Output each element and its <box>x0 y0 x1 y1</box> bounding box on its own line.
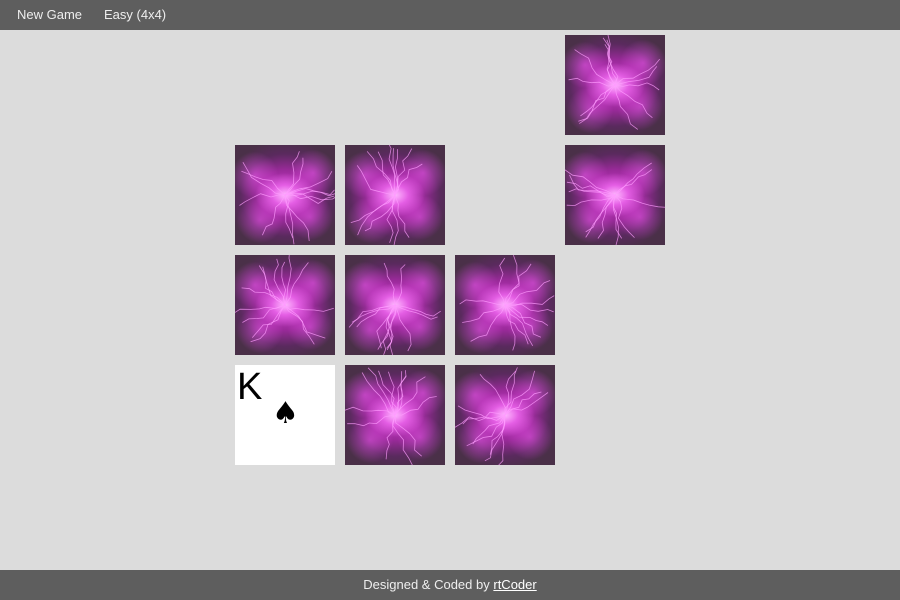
card-face-down[interactable] <box>345 255 445 355</box>
game-board: K ♠ <box>0 30 900 570</box>
card-rank: K <box>237 366 263 408</box>
footer-credit-text: Designed & Coded by <box>363 577 494 592</box>
difficulty-selector[interactable]: Easy (4x4) <box>104 7 166 22</box>
card-face-down[interactable] <box>565 35 665 135</box>
card-face-down[interactable] <box>455 255 555 355</box>
top-menu-bar: New Game Easy (4x4) <box>0 0 900 30</box>
card-face-down[interactable] <box>455 365 555 465</box>
card-face-down[interactable] <box>235 145 335 245</box>
new-game-button[interactable]: New Game <box>17 7 82 22</box>
footer: Designed & Coded by rtCoder <box>0 570 900 600</box>
card-face-down[interactable] <box>345 365 445 465</box>
card-face-down[interactable] <box>345 145 445 245</box>
card-face-down[interactable] <box>565 145 665 245</box>
card-face-down[interactable] <box>235 255 335 355</box>
author-link[interactable]: rtCoder <box>493 577 536 592</box>
card-face-up[interactable]: K ♠ <box>235 365 335 465</box>
spade-suit-icon: ♠ <box>272 396 299 431</box>
